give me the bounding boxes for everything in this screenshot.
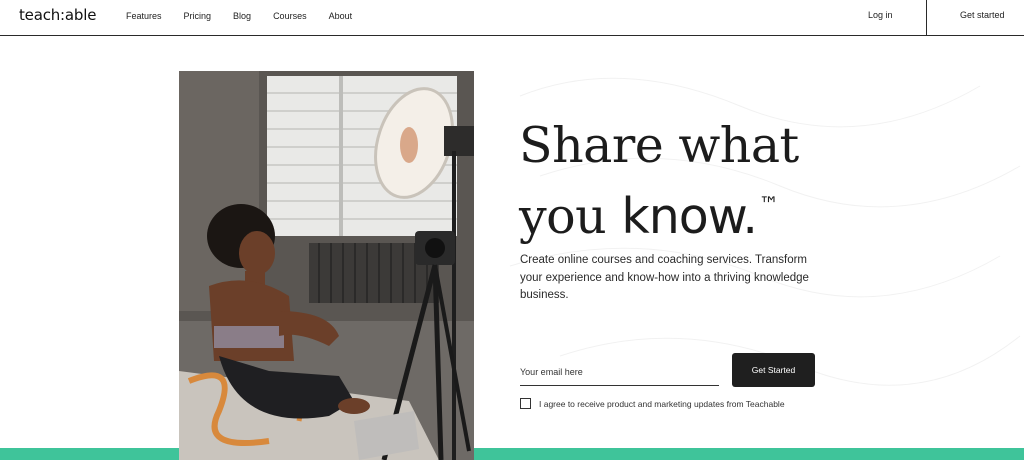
main-nav: Features Pricing Blog Courses About	[126, 11, 374, 21]
accent-band	[0, 448, 1024, 460]
trademark-symbol: ™	[758, 192, 779, 216]
nav-pricing[interactable]: Pricing	[184, 11, 212, 21]
headline-line2a: you	[519, 188, 622, 245]
login-link[interactable]: Log in	[868, 10, 893, 20]
email-input[interactable]	[520, 358, 719, 386]
header-divider	[926, 0, 927, 36]
nav-features[interactable]: Features	[126, 11, 162, 21]
nav-blog[interactable]: Blog	[233, 11, 251, 21]
get-started-header-link[interactable]: Get started	[960, 10, 1005, 20]
get-started-button[interactable]: Get Started	[732, 353, 815, 387]
teachable-logo[interactable]: teach:able	[19, 6, 96, 24]
headline-know: know.	[621, 188, 758, 245]
nav-about[interactable]: About	[329, 11, 353, 21]
headline-line1: Share what	[519, 117, 799, 174]
hero-headline: Share what you know. ™	[519, 117, 799, 246]
consent-row: I agree to receive product and marketing…	[520, 398, 785, 409]
consent-label: I agree to receive product and marketing…	[539, 398, 785, 409]
hero-description: Create online courses and coaching servi…	[520, 254, 809, 301]
hero-photo	[179, 71, 474, 460]
nav-courses[interactable]: Courses	[273, 11, 307, 21]
site-header: teach:able Features Pricing Blog Courses…	[0, 0, 1024, 36]
consent-checkbox[interactable]	[520, 398, 531, 409]
